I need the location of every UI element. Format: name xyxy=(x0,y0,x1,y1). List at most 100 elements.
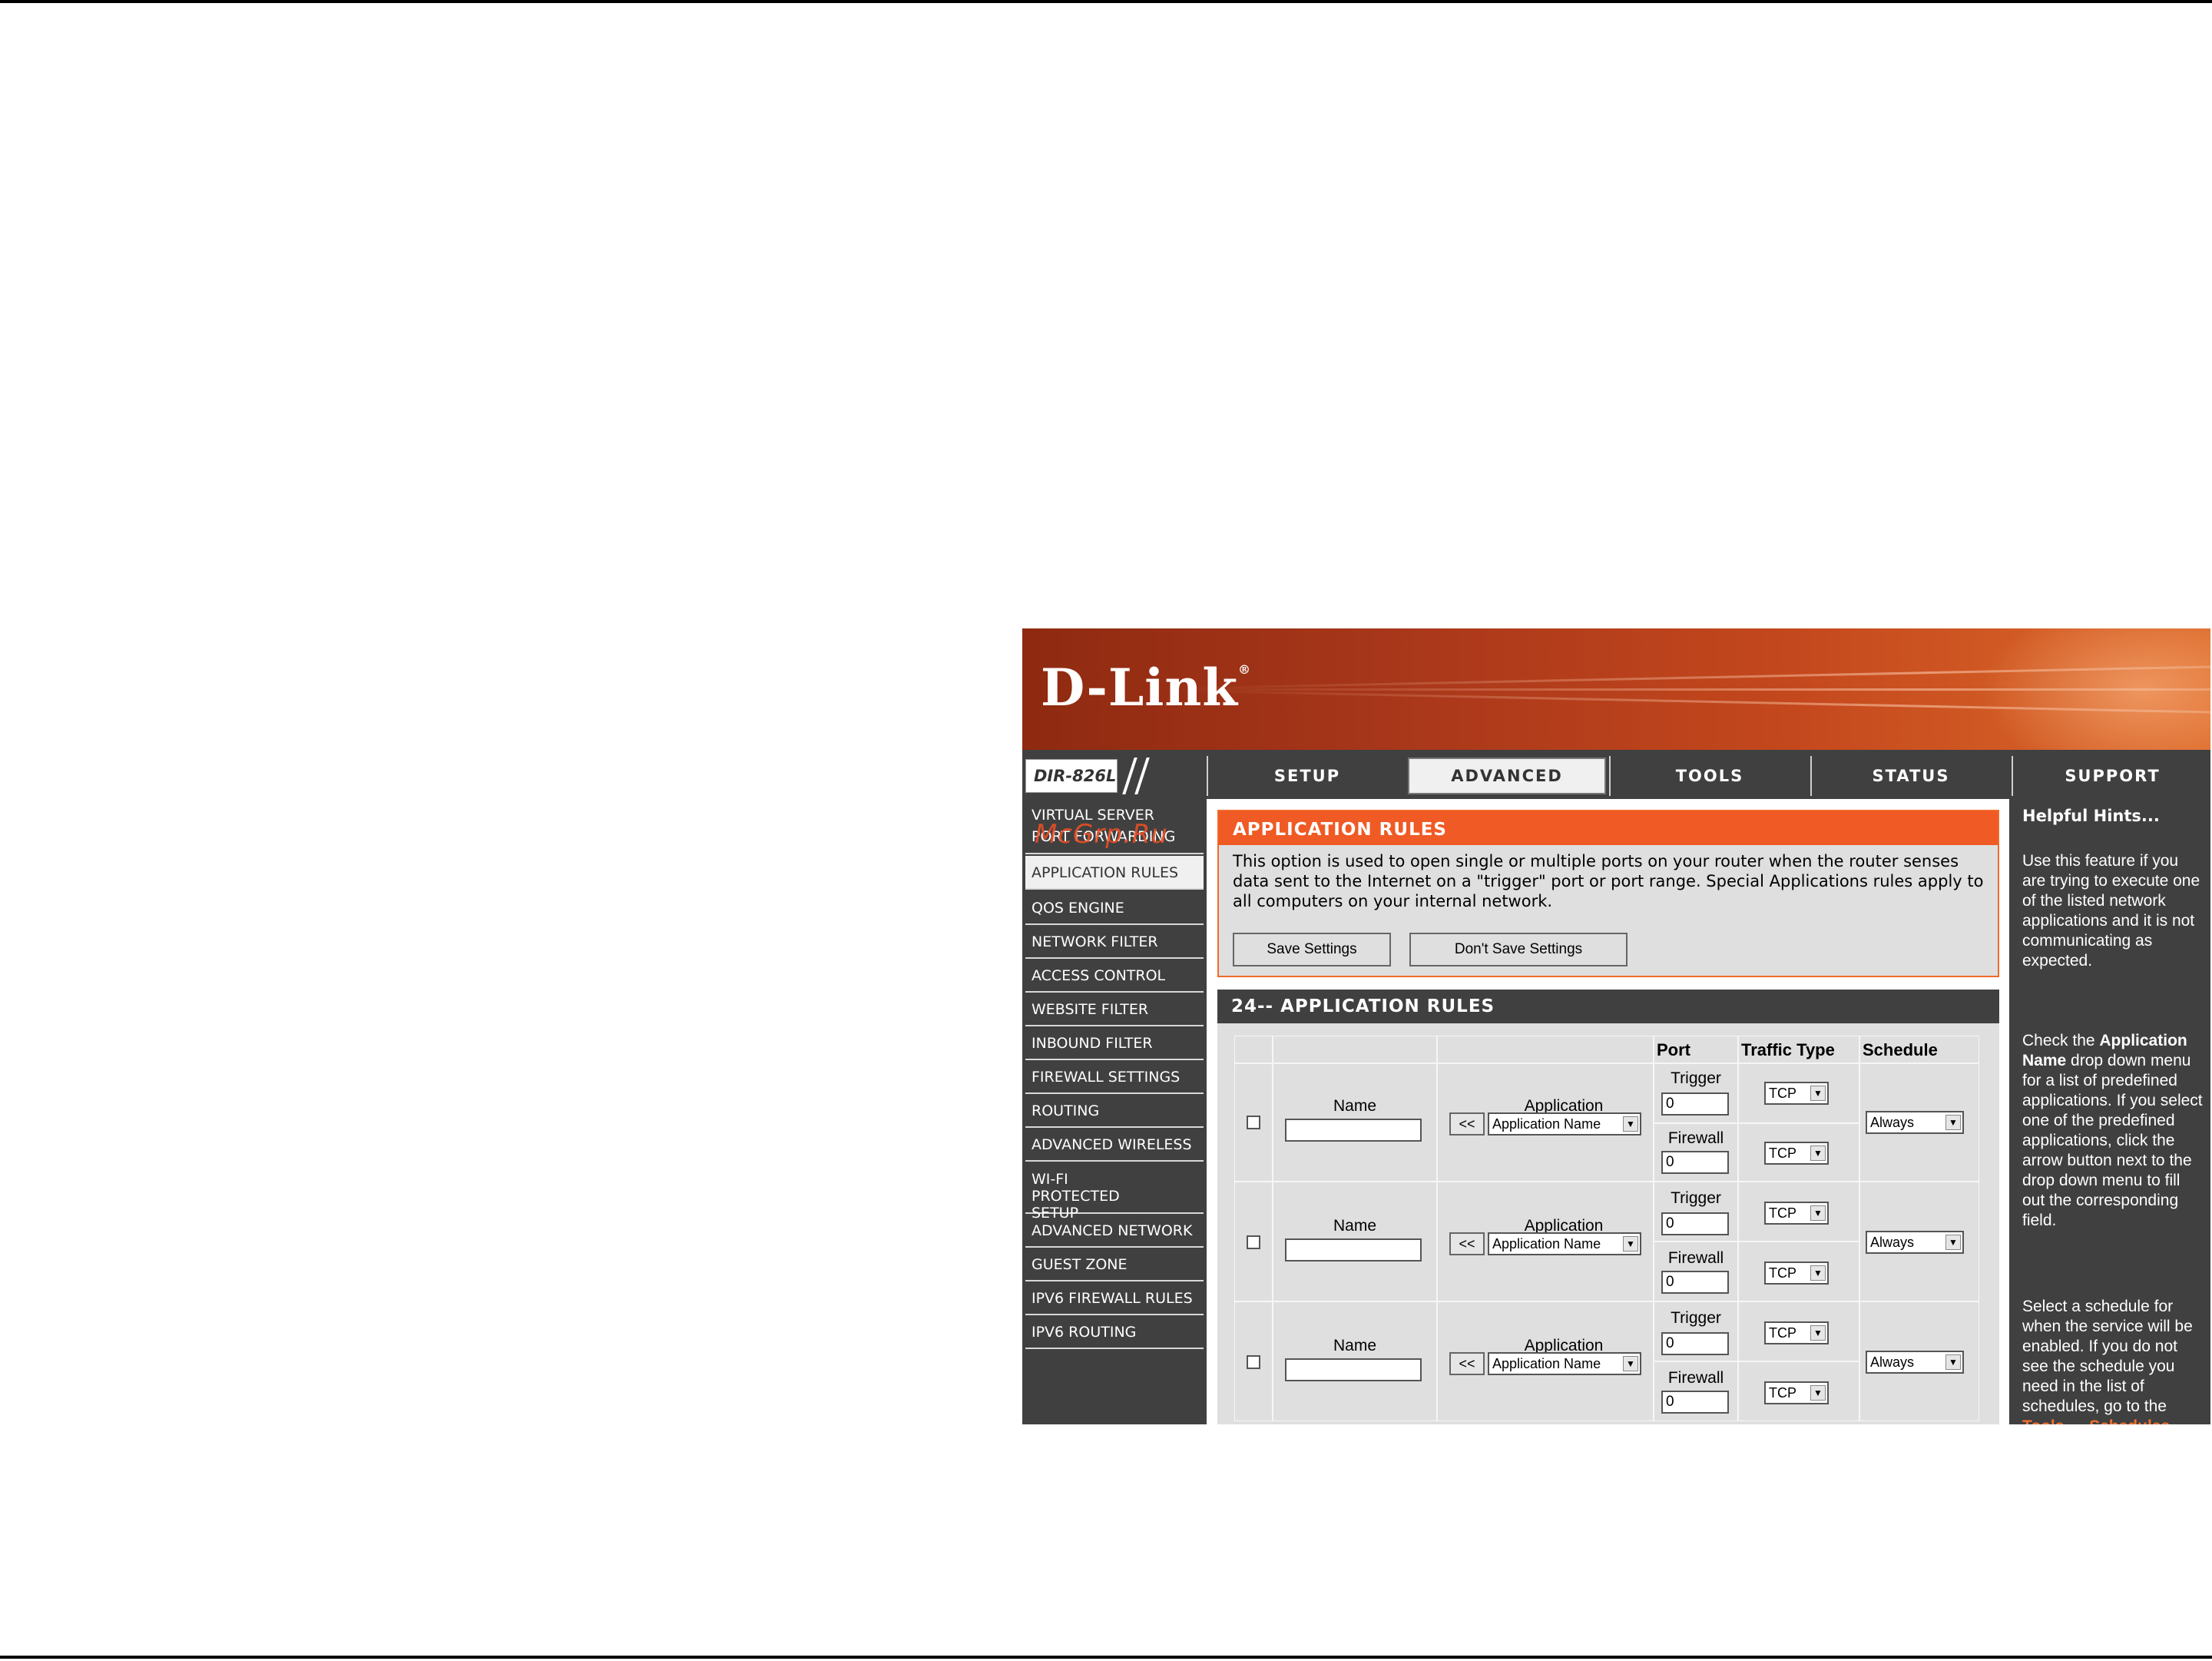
name-input[interactable] xyxy=(1285,1119,1422,1142)
enable-checkbox[interactable] xyxy=(1247,1355,1260,1369)
dropdown-arrow-icon: ▼ xyxy=(1945,1235,1961,1250)
section-description: This option is used to open single or mu… xyxy=(1233,852,1984,910)
hint-paragraph-3: Select a schedule for when the service w… xyxy=(2022,1297,2204,1424)
application-name-select[interactable]: Application Name ▼ xyxy=(1488,1112,1641,1136)
left-sidebar: VIRTUAL SERVER PORT FORWARDING APPLICATI… xyxy=(1022,799,1207,1424)
firewall-port-input[interactable]: 0 xyxy=(1661,1391,1729,1414)
hint-paragraph-1: Use this feature if you are trying to ex… xyxy=(2022,852,2200,970)
header-cell xyxy=(1273,1036,1437,1063)
schedule-select[interactable]: Always ▼ xyxy=(1866,1351,1964,1374)
hints-title: Helpful Hints... xyxy=(2022,807,2160,825)
name-input[interactable] xyxy=(1285,1358,1422,1381)
header-cell xyxy=(1234,1036,1273,1063)
section-title: APPLICATION RULES xyxy=(1219,811,1998,845)
main-content: APPLICATION RULES This option is used to… xyxy=(1207,799,2009,1424)
hint-text: drop down menu for a list of predefined … xyxy=(2022,1052,2203,1229)
trigger-label: Trigger xyxy=(1671,1069,1721,1087)
banner-swoosh xyxy=(1176,688,2210,691)
model-name: DIR-826L xyxy=(1025,759,1118,793)
trigger-label: Trigger xyxy=(1671,1189,1721,1207)
sidebar-item-advanced-network[interactable]: ADVANCED NETWORK xyxy=(1025,1214,1204,1248)
select-value: Always xyxy=(1870,1235,1915,1250)
bottom-rule xyxy=(0,1656,2212,1659)
schedule-select[interactable]: Always ▼ xyxy=(1866,1111,1964,1134)
dropdown-arrow-icon: ▼ xyxy=(1623,1236,1638,1252)
trigger-traffic-type-select[interactable]: TCP ▼ xyxy=(1764,1202,1829,1225)
dlink-logo: D-Link® xyxy=(1041,658,1251,718)
select-value: Application Name xyxy=(1492,1356,1601,1371)
save-settings-button[interactable]: Save Settings xyxy=(1233,933,1391,966)
slash-decoration xyxy=(1134,758,1150,794)
enable-checkbox[interactable] xyxy=(1247,1235,1260,1249)
dropdown-arrow-icon: ▼ xyxy=(1945,1115,1961,1130)
sidebar-item-guest-zone[interactable]: GUEST ZONE xyxy=(1025,1248,1204,1281)
trigger-port-input[interactable]: 0 xyxy=(1661,1212,1729,1235)
trigger-label: Trigger xyxy=(1671,1309,1721,1327)
firewall-label: Firewall xyxy=(1667,1369,1724,1387)
select-value: TCP xyxy=(1769,1325,1796,1341)
select-value: Application Name xyxy=(1492,1236,1601,1252)
select-value: TCP xyxy=(1769,1086,1796,1101)
sidebar-item-routing[interactable]: ROUTING xyxy=(1025,1094,1204,1128)
firewall-label: Firewall xyxy=(1667,1129,1724,1147)
tab-setup[interactable]: SETUP xyxy=(1207,756,1406,796)
dropdown-arrow-icon: ▼ xyxy=(1623,1116,1638,1132)
sidebar-item-website-filter[interactable]: WEBSITE FILTER xyxy=(1025,993,1204,1026)
firewall-port-input[interactable]: 0 xyxy=(1661,1151,1729,1174)
tab-support[interactable]: SUPPORT xyxy=(2012,756,2210,796)
sidebar-item-inbound-filter[interactable]: INBOUND FILTER xyxy=(1025,1026,1204,1060)
dropdown-arrow-icon: ▼ xyxy=(1810,1205,1826,1221)
dropdown-arrow-icon: ▼ xyxy=(1945,1354,1961,1370)
rules-title: 24-- APPLICATION RULES xyxy=(1217,990,1999,1023)
dropdown-arrow-icon: ▼ xyxy=(1623,1356,1638,1371)
sidebar-item-firewall-settings[interactable]: FIREWALL SETTINGS xyxy=(1025,1060,1204,1094)
sidebar-item-wifi-protected-setup[interactable]: WI-FI PROTECTED SETUP xyxy=(1025,1163,1204,1222)
select-value: Always xyxy=(1870,1115,1915,1130)
port-header: Port xyxy=(1657,1040,1690,1059)
tab-tools[interactable]: TOOLS xyxy=(1609,756,1809,796)
copy-application-button[interactable]: << xyxy=(1449,1352,1485,1375)
trigger-port-input[interactable]: 0 xyxy=(1661,1092,1729,1116)
sidebar-item-application-rules[interactable]: APPLICATION RULES xyxy=(1025,856,1204,890)
schedule-select[interactable]: Always ▼ xyxy=(1866,1231,1964,1254)
logo-text: D-Link xyxy=(1041,658,1239,718)
tools-schedules-link[interactable]: Tools → Schedules xyxy=(2022,1417,2170,1424)
watermark-text: McGrp.Ru xyxy=(1035,819,1168,850)
trigger-traffic-type-select[interactable]: TCP ▼ xyxy=(1764,1321,1829,1344)
sidebar-item-ipv6-firewall-rules[interactable]: IPV6 FIREWALL RULES xyxy=(1025,1281,1204,1315)
firewall-port-input[interactable]: 0 xyxy=(1661,1271,1729,1294)
trigger-traffic-type-select[interactable]: TCP ▼ xyxy=(1764,1082,1829,1105)
copy-application-button[interactable]: << xyxy=(1449,1112,1485,1136)
sidebar-item-qos-engine[interactable]: QOS ENGINE xyxy=(1025,891,1204,925)
copy-application-button[interactable]: << xyxy=(1449,1232,1485,1255)
application-rules-list: 24-- APPLICATION RULES Port Traffic Type… xyxy=(1217,990,1999,1424)
firewall-traffic-type-select[interactable]: TCP ▼ xyxy=(1764,1381,1829,1404)
dont-save-settings-button[interactable]: Don't Save Settings xyxy=(1409,933,1628,966)
name-input[interactable] xyxy=(1285,1238,1422,1261)
header-cell xyxy=(1437,1036,1654,1063)
enable-checkbox[interactable] xyxy=(1247,1116,1260,1129)
sidebar-item-access-control[interactable]: ACCESS CONTROL xyxy=(1025,959,1204,993)
application-name-select[interactable]: Application Name ▼ xyxy=(1488,1352,1641,1375)
dropdown-arrow-icon: ▼ xyxy=(1810,1385,1826,1401)
registered-mark: ® xyxy=(1238,662,1252,677)
application-name-select[interactable]: Application Name ▼ xyxy=(1488,1232,1641,1255)
schedule-header: Schedule xyxy=(1863,1040,1938,1059)
dropdown-arrow-icon: ▼ xyxy=(1810,1145,1826,1161)
select-value: Application Name xyxy=(1492,1116,1601,1132)
name-label: Name xyxy=(1333,1097,1377,1115)
select-value: TCP xyxy=(1769,1205,1796,1221)
hint-text: Select a schedule for when the service w… xyxy=(2022,1298,2193,1415)
select-value: TCP xyxy=(1769,1145,1796,1161)
tab-status[interactable]: STATUS xyxy=(1810,756,2010,796)
sidebar-item-ipv6-routing[interactable]: IPV6 ROUTING xyxy=(1025,1315,1204,1349)
hint-paragraph-2: Check the Application Name drop down men… xyxy=(2022,1031,2204,1231)
trigger-port-input[interactable]: 0 xyxy=(1661,1332,1729,1355)
application-rules-intro: APPLICATION RULES This option is used to… xyxy=(1217,810,1999,977)
sidebar-item-network-filter[interactable]: NETWORK FILTER xyxy=(1025,925,1204,959)
firewall-traffic-type-select[interactable]: TCP ▼ xyxy=(1764,1261,1829,1285)
sidebar-item-advanced-wireless[interactable]: ADVANCED WIRELESS xyxy=(1025,1128,1204,1162)
router-admin-screenshot: D-Link® DIR-826L SETUP ADVANCED TOOLS ST… xyxy=(1022,628,2210,1424)
firewall-traffic-type-select[interactable]: TCP ▼ xyxy=(1764,1142,1829,1165)
tab-advanced[interactable]: ADVANCED xyxy=(1408,758,1606,794)
